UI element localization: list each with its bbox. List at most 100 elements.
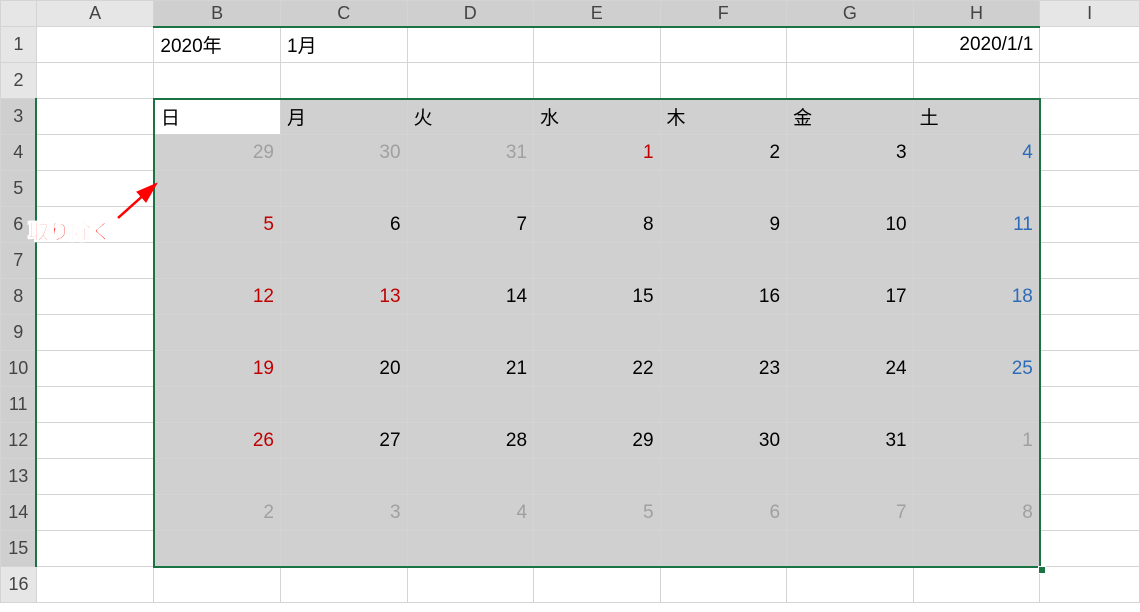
cell-I14[interactable]	[1040, 495, 1140, 531]
cell-G16[interactable]	[787, 567, 914, 603]
cell-D8[interactable]: 14	[407, 279, 534, 315]
col-header-E[interactable]: E	[534, 1, 661, 27]
cell-H1[interactable]: 2020/1/1	[913, 27, 1040, 63]
cell-H9[interactable]	[913, 315, 1040, 351]
cell-F3[interactable]: 木	[660, 99, 787, 135]
cell-E3[interactable]: 水	[534, 99, 661, 135]
row-header-15[interactable]: 15	[1, 531, 37, 567]
cell-G9[interactable]	[787, 315, 914, 351]
cell-F11[interactable]	[660, 387, 787, 423]
cell-D3[interactable]: 火	[407, 99, 534, 135]
row-header-10[interactable]: 10	[1, 351, 37, 387]
col-header-F[interactable]: F	[660, 1, 787, 27]
cell-D10[interactable]: 21	[407, 351, 534, 387]
cell-H3[interactable]: 土	[913, 99, 1040, 135]
cell-D2[interactable]	[407, 63, 534, 99]
cell-I10[interactable]	[1040, 351, 1140, 387]
cell-H14[interactable]: 8	[913, 495, 1040, 531]
row-header-16[interactable]: 16	[1, 567, 37, 603]
cell-F10[interactable]: 23	[660, 351, 787, 387]
cell-B4[interactable]: 29	[154, 135, 281, 171]
cell-E2[interactable]	[534, 63, 661, 99]
cell-F2[interactable]	[660, 63, 787, 99]
cell-E12[interactable]: 29	[534, 423, 661, 459]
cell-I13[interactable]	[1040, 459, 1140, 495]
cell-I8[interactable]	[1040, 279, 1140, 315]
cell-G5[interactable]	[787, 171, 914, 207]
cell-H11[interactable]	[913, 387, 1040, 423]
cell-G3[interactable]: 金	[787, 99, 914, 135]
cell-E4[interactable]: 1	[534, 135, 661, 171]
cell-A13[interactable]	[36, 459, 153, 495]
cell-F16[interactable]	[660, 567, 787, 603]
cell-C9[interactable]	[281, 315, 408, 351]
cell-I2[interactable]	[1040, 63, 1140, 99]
cell-I12[interactable]	[1040, 423, 1140, 459]
cell-E14[interactable]: 5	[534, 495, 661, 531]
cell-E1[interactable]	[534, 27, 661, 63]
selection-fill-handle[interactable]	[1038, 566, 1046, 574]
col-header-I[interactable]: I	[1040, 1, 1140, 27]
cell-C16[interactable]	[281, 567, 408, 603]
cell-F7[interactable]	[660, 243, 787, 279]
row-header-7[interactable]: 7	[1, 243, 37, 279]
cell-C13[interactable]	[281, 459, 408, 495]
cell-A3[interactable]	[36, 99, 153, 135]
cell-G13[interactable]	[787, 459, 914, 495]
row-header-12[interactable]: 12	[1, 423, 37, 459]
row-header-4[interactable]: 4	[1, 135, 37, 171]
cell-A12[interactable]	[36, 423, 153, 459]
row-header-11[interactable]: 11	[1, 387, 37, 423]
cell-B5[interactable]	[154, 171, 281, 207]
grid[interactable]: A B C D E F G H I 1 2020年 1月 2020/1/1 2	[0, 0, 1140, 603]
cell-D9[interactable]	[407, 315, 534, 351]
cell-A8[interactable]	[36, 279, 153, 315]
col-header-B[interactable]: B	[154, 1, 281, 27]
col-header-C[interactable]: C	[281, 1, 408, 27]
cell-I5[interactable]	[1040, 171, 1140, 207]
cell-G1[interactable]	[787, 27, 914, 63]
cell-F1[interactable]	[660, 27, 787, 63]
cell-D15[interactable]	[407, 531, 534, 567]
spreadsheet[interactable]: A B C D E F G H I 1 2020年 1月 2020/1/1 2	[0, 0, 1140, 603]
cell-B8[interactable]: 12	[154, 279, 281, 315]
cell-I7[interactable]	[1040, 243, 1140, 279]
cell-H2[interactable]	[913, 63, 1040, 99]
row-header-5[interactable]: 5	[1, 171, 37, 207]
cell-B6[interactable]: 5	[154, 207, 281, 243]
cell-F5[interactable]	[660, 171, 787, 207]
col-header-G[interactable]: G	[787, 1, 914, 27]
cell-E5[interactable]	[534, 171, 661, 207]
cell-C6[interactable]: 6	[281, 207, 408, 243]
cell-H16[interactable]	[913, 567, 1040, 603]
cell-F4[interactable]: 2	[660, 135, 787, 171]
cell-B14[interactable]: 2	[154, 495, 281, 531]
cell-G4[interactable]: 3	[787, 135, 914, 171]
cell-G15[interactable]	[787, 531, 914, 567]
cell-E6[interactable]: 8	[534, 207, 661, 243]
cell-G14[interactable]: 7	[787, 495, 914, 531]
cell-G8[interactable]: 17	[787, 279, 914, 315]
row-header-14[interactable]: 14	[1, 495, 37, 531]
cell-A11[interactable]	[36, 387, 153, 423]
cell-A9[interactable]	[36, 315, 153, 351]
cell-B7[interactable]	[154, 243, 281, 279]
cell-B10[interactable]: 19	[154, 351, 281, 387]
cell-H13[interactable]	[913, 459, 1040, 495]
cell-F15[interactable]	[660, 531, 787, 567]
cell-C2[interactable]	[281, 63, 408, 99]
row-header-9[interactable]: 9	[1, 315, 37, 351]
cell-I11[interactable]	[1040, 387, 1140, 423]
cell-B13[interactable]	[154, 459, 281, 495]
cell-B16[interactable]	[154, 567, 281, 603]
cell-G11[interactable]	[787, 387, 914, 423]
cell-G12[interactable]: 31	[787, 423, 914, 459]
cell-A10[interactable]	[36, 351, 153, 387]
cell-H12[interactable]: 1	[913, 423, 1040, 459]
cell-D13[interactable]	[407, 459, 534, 495]
cell-C1[interactable]: 1月	[281, 27, 408, 63]
cell-E15[interactable]	[534, 531, 661, 567]
cell-B12[interactable]: 26	[154, 423, 281, 459]
row-header-3[interactable]: 3	[1, 99, 37, 135]
cell-I6[interactable]	[1040, 207, 1140, 243]
